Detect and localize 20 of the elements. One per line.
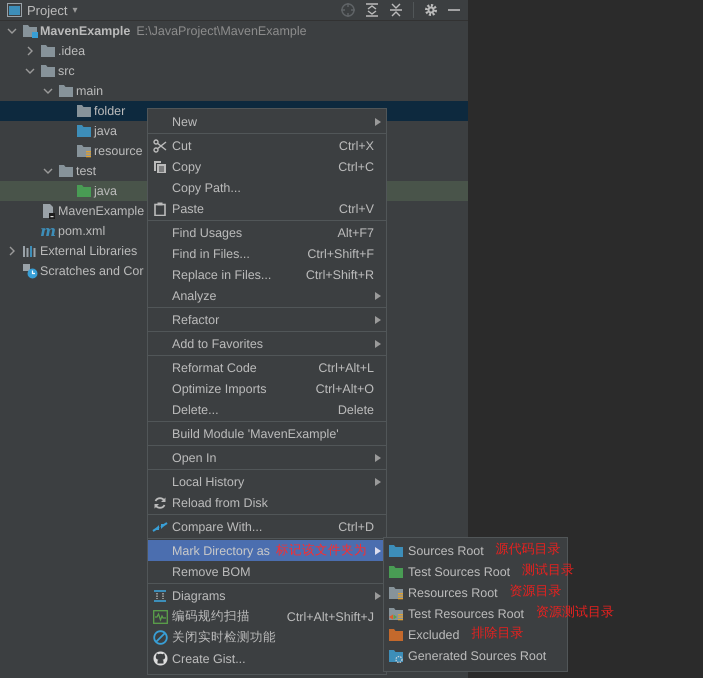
- shortcut-label: Ctrl+Alt+Shift+J: [286, 610, 374, 624]
- shortcut-label: Ctrl+D: [337, 520, 374, 534]
- maven-icon: m: [40, 223, 56, 239]
- shortcut-label: Ctrl+Shift+F: [306, 246, 374, 260]
- path-hint: E:\JavaProject\MavenExample: [136, 24, 307, 38]
- shortcut-label: Alt+F7: [336, 226, 374, 240]
- shortcut-label: Ctrl+V: [338, 202, 374, 216]
- annotation-label: 源代码目录: [496, 540, 561, 556]
- shortcut-label: Ctrl+Alt+O: [314, 382, 374, 396]
- shortcut-label: Ctrl+X: [338, 138, 374, 152]
- annotation-label: 资源测试目录: [536, 604, 614, 618]
- annotation-label: 标记该文件夹为: [276, 542, 367, 559]
- shortcut-label: Ctrl+Shift+R: [304, 268, 374, 282]
- annotation-label: 资源目录: [510, 582, 562, 598]
- annotation-label: 排除目录: [471, 624, 524, 640]
- shortcut-label: Ctrl+Alt+L: [317, 360, 374, 374]
- panel-title: Project: [27, 2, 68, 18]
- annotation-label: 测试目录: [522, 562, 574, 576]
- shortcut-label: Delete: [336, 402, 374, 416]
- shortcut-label: Ctrl+C: [337, 160, 374, 174]
